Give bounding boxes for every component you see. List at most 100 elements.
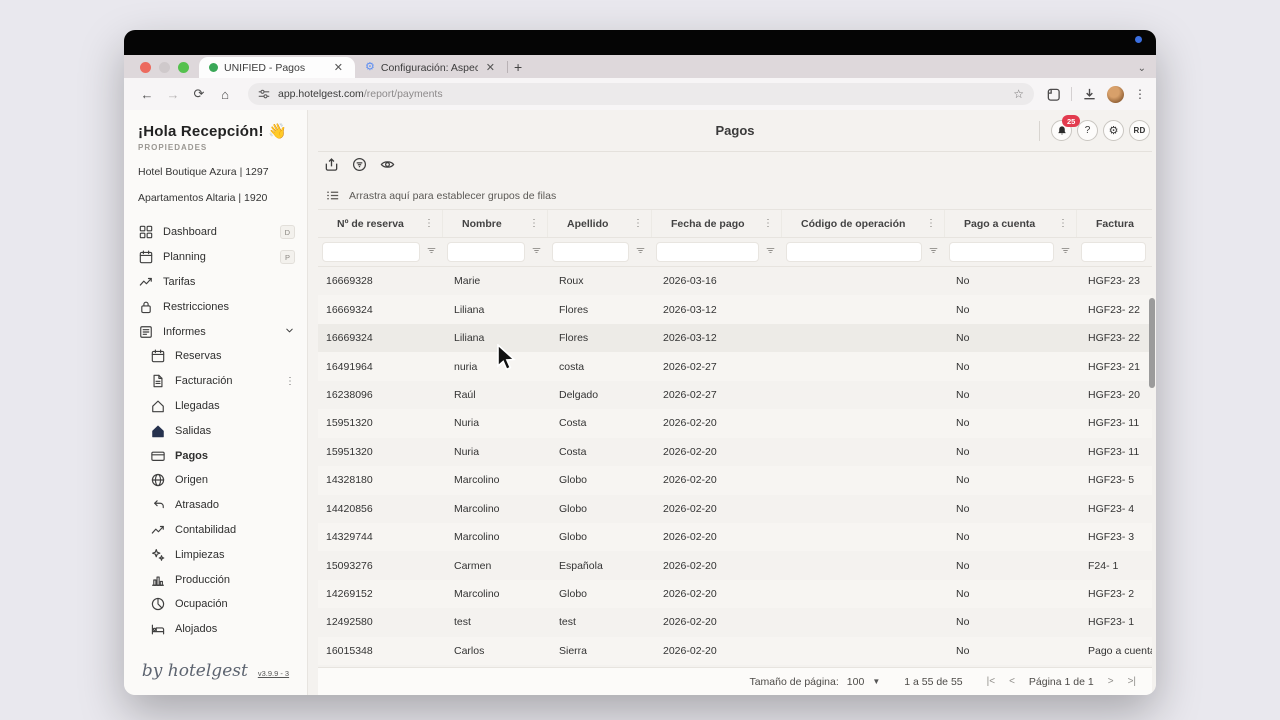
tab-close-icon[interactable]: ✕: [484, 61, 497, 74]
user-avatar[interactable]: RD: [1129, 120, 1150, 141]
tab-search-chevron-icon[interactable]: ⌄: [1138, 63, 1146, 74]
column-header[interactable]: Apellido ⋮: [548, 210, 652, 237]
address-bar[interactable]: app.hotelgest.com/report/payments ☆: [248, 83, 1034, 105]
property-item[interactable]: Apartamentos Altaria | 1920: [138, 192, 307, 204]
column-header[interactable]: Nº de reserva ⋮: [318, 210, 443, 237]
table-row[interactable]: 16669324 Liliana Flores 2026-03-12 No HGF23- …: [318, 295, 1152, 324]
previous-page-button[interactable]: <: [1009, 676, 1015, 687]
mouse-cursor: [497, 344, 516, 371]
column-menu-icon[interactable]: ⋮: [633, 218, 651, 229]
column-header[interactable]: Nombre ⋮: [443, 210, 548, 237]
table-row[interactable]: 14269152 Marcolino Globo 2026-02-20 No HGF23-…: [318, 579, 1152, 609]
browser-profile-avatar[interactable]: [1107, 85, 1124, 103]
kebab-menu-icon[interactable]: ⋮: [285, 376, 295, 387]
close-window-button[interactable]: [140, 62, 151, 73]
sidebar-item-salidas[interactable]: Salidas: [138, 418, 307, 443]
tab-groups-icon[interactable]: [1046, 87, 1061, 102]
column-header[interactable]: Pago a cuenta ⋮: [945, 210, 1077, 237]
last-page-button[interactable]: >|: [1128, 676, 1136, 687]
row-group-dropzone[interactable]: Arrastra aquí para establecer grupos de …: [318, 182, 1152, 210]
table-row[interactable]: 14328180 Marcolino Globo 2026-02-20 No HGF23-…: [318, 466, 1152, 495]
tab-close-icon[interactable]: ✕: [332, 61, 345, 74]
sidebar-item-pagos[interactable]: Pagos: [138, 443, 307, 468]
column-filter-input[interactable]: [447, 242, 525, 262]
sidebar-item-facturacion[interactable]: Facturación ⋮: [138, 369, 307, 394]
table-row[interactable]: 16669328 Marie Roux 2026-03-16 No HGF23- 23: [318, 267, 1152, 295]
column-menu-icon[interactable]: ⋮: [424, 218, 442, 229]
sidebar-item-alojados[interactable]: Alojados: [138, 617, 307, 642]
column-menu-icon[interactable]: ⋮: [926, 218, 944, 229]
sidebar-item-tarifas[interactable]: Tarifas: [138, 270, 307, 295]
browser-tab-settings[interactable]: ⚙ Configuración: Aspecto ✕: [355, 57, 507, 78]
column-filter-input[interactable]: [656, 242, 759, 262]
reload-button[interactable]: ⟳: [188, 86, 210, 102]
property-item[interactable]: Hotel Boutique Azura | 1297: [138, 166, 307, 178]
help-button[interactable]: ?: [1077, 120, 1098, 141]
table-row[interactable]: 15093276 Carmen Española 2026-02-20 No F24- 1: [318, 551, 1152, 579]
filter-funnel-icon[interactable]: [1060, 243, 1071, 261]
export-button[interactable]: [324, 157, 339, 177]
column-menu-icon[interactable]: ⋮: [1058, 218, 1076, 229]
bookmark-star-icon[interactable]: ☆: [1013, 87, 1024, 101]
table-row[interactable]: 16238096 Raúl Delgado 2026-02-27 No HGF23- 20: [318, 381, 1152, 409]
maximize-window-button[interactable]: [178, 62, 189, 73]
column-header[interactable]: Fecha de pago ⋮: [652, 210, 782, 237]
column-menu-icon[interactable]: ⋮: [529, 218, 547, 229]
table-row[interactable]: 16491964 nuria costa 2026-02-27 No HGF23- 21: [318, 352, 1152, 381]
shortcut-badge: D: [279, 225, 295, 240]
filter-funnel-icon[interactable]: [635, 243, 646, 261]
browser-tab-active[interactable]: UNIFIED - Pagos ✕: [199, 57, 355, 78]
table-row[interactable]: 16669324 Liliana Flores 2026-03-12 No HGF23- …: [318, 323, 1152, 353]
column-menu-icon[interactable]: ⋮: [763, 218, 781, 229]
table-row[interactable]: 12492580 test test 2026-02-20 No HGF23- 1: [318, 608, 1152, 636]
sidebar-item-ocupacion[interactable]: Ocupación: [138, 592, 307, 617]
table-row[interactable]: 14420856 Marcolino Globo 2026-02-20 No HGF23-…: [318, 495, 1152, 523]
sidebar-item-informes[interactable]: Informes: [138, 319, 307, 344]
table-row[interactable]: 15951320 Nuria Costa 2026-02-20 No HGF23- 11: [318, 409, 1152, 438]
sidebar-item-llegadas[interactable]: Llegadas: [138, 394, 307, 419]
table-cell: Flores: [559, 332, 589, 345]
sidebar-item-produccion[interactable]: Producción: [138, 567, 307, 592]
minimize-window-button[interactable]: [159, 62, 170, 73]
sidebar-item-reservas[interactable]: Reservas: [138, 344, 307, 369]
downloads-icon[interactable]: [1082, 87, 1097, 102]
sidebar-item-dashboard[interactable]: Dashboard D: [138, 220, 307, 245]
sidebar-item-contabilidad[interactable]: Contabilidad: [138, 518, 307, 543]
vertical-scrollbar[interactable]: [1149, 298, 1155, 388]
sidebar-item-limpiezas[interactable]: Limpiezas: [138, 542, 307, 567]
table-row[interactable]: 16015348 Carlos Sierra 2026-02-20 No Pago a c…: [318, 636, 1152, 666]
sidebar-item-restricciones[interactable]: Restricciones: [138, 294, 307, 319]
column-header[interactable]: Factura: [1077, 210, 1152, 237]
table-cell: 14328180: [326, 474, 373, 487]
sidebar-item-origen[interactable]: Origen: [138, 468, 307, 493]
table-row[interactable]: 14329744 Marcolino Globo 2026-02-20 No HGF23-…: [318, 522, 1152, 552]
sidebar-item-planning[interactable]: Planning P: [138, 245, 307, 270]
next-page-button[interactable]: >: [1108, 676, 1114, 687]
filters-button[interactable]: [352, 157, 367, 177]
notifications-button[interactable]: 25: [1051, 115, 1081, 141]
columns-visibility-button[interactable]: [380, 157, 395, 177]
forward-button[interactable]: →: [162, 87, 184, 102]
site-settings-icon[interactable]: [258, 88, 270, 100]
sidebar-item-atrasado[interactable]: Atrasado: [138, 493, 307, 518]
browser-menu-kebab-icon[interactable]: ⋮: [1134, 87, 1146, 101]
table-row[interactable]: 15951320 Nuria Costa 2026-02-20 No HGF23- 11: [318, 438, 1152, 466]
column-filter-input[interactable]: [1081, 242, 1146, 262]
page-size-control[interactable]: Tamaño de página: 100 ▼: [749, 676, 880, 688]
column-filter-input[interactable]: [552, 242, 629, 262]
filter-funnel-icon[interactable]: [426, 243, 437, 261]
column-filter-input[interactable]: [786, 242, 922, 262]
filter-funnel-icon[interactable]: [928, 243, 939, 261]
home-button[interactable]: ⌂: [214, 87, 236, 102]
filter-funnel-icon[interactable]: [765, 243, 776, 261]
version-link[interactable]: v3.9.9 - 3: [258, 669, 289, 678]
new-tab-button[interactable]: +: [508, 59, 532, 78]
settings-button[interactable]: ⚙: [1103, 120, 1124, 141]
filter-funnel-icon[interactable]: [531, 243, 542, 261]
first-page-button[interactable]: |<: [987, 676, 995, 687]
column-filter-input[interactable]: [949, 242, 1054, 262]
column-header[interactable]: Código de operación ⋮: [782, 210, 945, 237]
back-button[interactable]: ←: [136, 87, 158, 102]
column-filter-input[interactable]: [322, 242, 420, 262]
chevron-down-icon[interactable]: [284, 323, 295, 341]
